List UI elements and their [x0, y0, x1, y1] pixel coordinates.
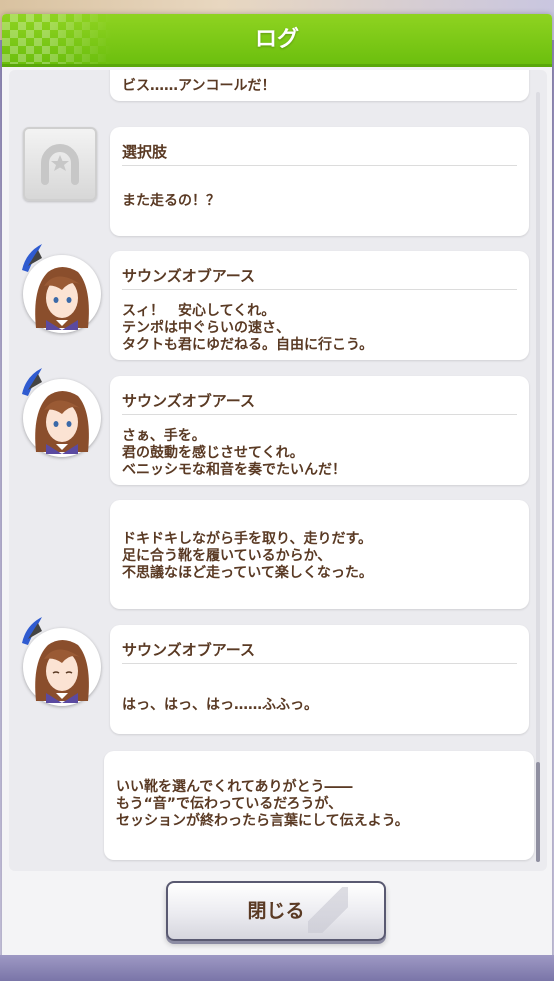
log-entry: ドキドキしながら手を取り、走りだす。 足に合う靴を履いているからか、 不思議なほ…: [110, 500, 529, 609]
log-entry: 選択肢 また走るの！？: [110, 127, 529, 236]
log-message: ビス……アンコールだ！: [122, 78, 276, 94]
log-message: スィ！ 安心してくれ。 テンポは中ぐらいの速さ、 タクトも君にゆだねる。自由に行…: [122, 303, 374, 353]
log-entry: サウンズオブアース はっ、はっ、はっ……ふふっ。: [110, 625, 529, 734]
divider: [122, 165, 517, 166]
log-entry: ビス……アンコールだ！: [110, 70, 529, 101]
log-message: ドキドキしながら手を取り、走りだす。 足に合う靴を履いているからか、 不思議なほ…: [122, 531, 373, 581]
log-speaker: サウンズオブアース: [122, 267, 256, 285]
log-speaker: サウンズオブアース: [122, 641, 256, 659]
divider: [122, 289, 517, 290]
log-dialog: ログ ビス……アンコールだ！ 選択肢 また走るの！？ サウンズオブアース スィ！…: [2, 14, 552, 969]
close-button-label: 閉じる: [247, 900, 305, 922]
character-avatar: [22, 244, 101, 333]
scrollbar-thumb[interactable]: [536, 762, 540, 862]
log-message: いい靴を選んでくれてありがとう―― もう“音”で伝わっているだろうが、 セッショ…: [116, 779, 409, 829]
log-speaker: 選択肢: [122, 143, 168, 161]
character-avatar: [22, 368, 101, 457]
horseshoe-icon: [41, 144, 79, 185]
feather-hat-icon: [22, 617, 42, 645]
close-button[interactable]: 閉じる: [166, 881, 386, 941]
feather-hat-icon: [22, 244, 42, 272]
log-list[interactable]: ビス……アンコールだ！ 選択肢 また走るの！？ サウンズオブアース スィ！ 安心…: [9, 70, 547, 871]
log-message: また走るの！？: [122, 193, 220, 209]
choice-icon: [23, 127, 97, 201]
divider: [122, 414, 517, 415]
scrollbar[interactable]: [536, 92, 540, 862]
log-entry: サウンズオブアース さぁ、手を。 君の鼓動を感じさせてくれ。 ベニッシモな和音を…: [110, 376, 529, 485]
log-message: さぁ、手を。 君の鼓動を感じさせてくれ。 ベニッシモな和音を奏でたいんだ！: [122, 428, 346, 478]
log-speaker: サウンズオブアース: [122, 392, 256, 410]
background-bottom: [0, 955, 554, 981]
character-avatar: [22, 617, 101, 706]
divider: [122, 663, 517, 664]
log-message: はっ、はっ、はっ……ふふっ。: [122, 697, 318, 713]
log-entry: サウンズオブアース スィ！ 安心してくれ。 テンポは中ぐらいの速さ、 タクトも君…: [110, 251, 529, 360]
log-entry: いい靴を選んでくれてありがとう―― もう“音”で伝わっているだろうが、 セッショ…: [104, 751, 534, 860]
dialog-title: ログ: [254, 27, 299, 52]
feather-hat-icon: [22, 368, 42, 396]
title-bar: ログ: [2, 14, 552, 67]
